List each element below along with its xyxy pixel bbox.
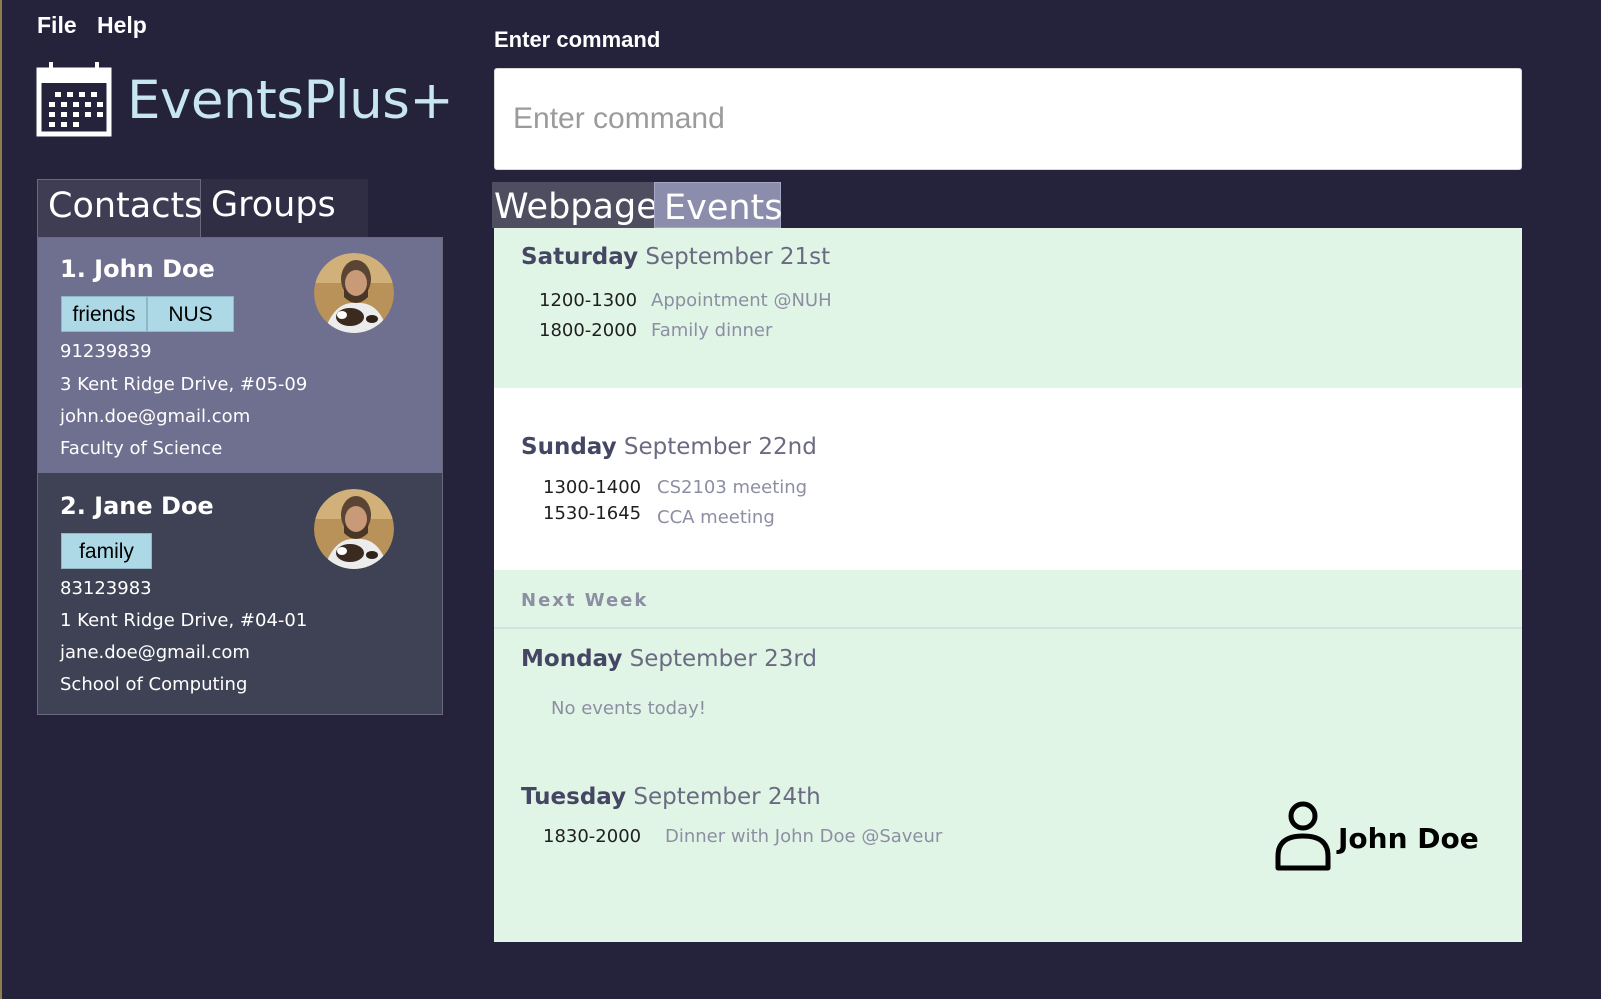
contact-faculty: Faculty of Science: [60, 438, 223, 459]
event-time: 1530-1645: [543, 503, 642, 524]
day-header: Tuesday September 24th: [521, 784, 821, 810]
command-input[interactable]: [494, 68, 1522, 170]
contact-phone: 91239839: [60, 341, 152, 362]
contact-card[interactable]: 2. Jane Doe family 83123983 1 Kent Ridge…: [38, 473, 442, 714]
menu-file[interactable]: File: [37, 12, 77, 39]
day-date: September 22nd: [623, 434, 817, 460]
day-date: September 24th: [633, 784, 821, 810]
tab-events[interactable]: Events: [654, 182, 783, 228]
tab-contacts[interactable]: Contacts: [37, 179, 202, 237]
tag-badge: NUS: [147, 296, 234, 332]
day-date: September 23rd: [629, 646, 818, 672]
contact-email: jane.doe@gmail.com: [60, 642, 250, 663]
contact-address: 3 Kent Ridge Drive, #05-09: [60, 374, 308, 395]
no-events-text: No events today!: [551, 698, 706, 719]
event-time: 1800-2000: [539, 320, 638, 341]
day-name: Tuesday: [521, 784, 627, 810]
current-user-name: John Doe: [1338, 822, 1479, 855]
contact-faculty: School of Computing: [60, 674, 248, 695]
avatar: [314, 489, 394, 569]
day-date: September 21st: [645, 244, 831, 270]
tab-webpage[interactable]: Webpage: [492, 182, 658, 228]
event-time: 1300-1400: [543, 477, 642, 498]
event-title: Appointment @NUH: [651, 290, 832, 311]
app-title: EventsPlus+: [127, 70, 454, 131]
event-time: 1830-2000: [543, 826, 642, 847]
day-name: Monday: [521, 646, 623, 672]
event-title: CS2103 meeting: [657, 477, 808, 498]
day-band: [494, 388, 1522, 570]
calendar-icon: [36, 60, 113, 140]
day-name: Sunday: [521, 434, 617, 460]
contact-email: john.doe@gmail.com: [60, 406, 251, 427]
contact-name: 1. John Doe: [60, 255, 215, 283]
command-label: Enter command: [494, 27, 661, 52]
next-week-heading: Next Week: [521, 590, 649, 611]
day-name: Saturday: [521, 244, 639, 270]
contacts-groups-tabbar: Contacts Groups: [37, 179, 368, 237]
event-title: Dinner with John Doe @Saveur: [665, 826, 943, 847]
event-title: Family dinner: [651, 320, 773, 341]
event-title: CCA meeting: [657, 507, 775, 528]
tag-badge: family: [61, 533, 152, 569]
events-panel: Saturday September 21st 1200-1300 Appoin…: [494, 228, 1522, 942]
tag-badge: friends: [61, 296, 147, 332]
day-header: Saturday September 21st: [521, 244, 830, 270]
day-header: Sunday September 22nd: [521, 434, 817, 460]
contact-address: 1 Kent Ridge Drive, #04-01: [60, 610, 308, 631]
person-icon: [1274, 798, 1332, 872]
contact-list[interactable]: 1. John Doe friends NUS 91239839 3 Kent …: [37, 237, 443, 715]
contact-card[interactable]: 1. John Doe friends NUS 91239839 3 Kent …: [38, 238, 442, 473]
contact-phone: 83123983: [60, 578, 152, 599]
divider: [494, 627, 1522, 629]
avatar: [314, 253, 394, 333]
event-time: 1200-1300: [539, 290, 638, 311]
tab-groups[interactable]: Groups: [201, 179, 368, 237]
contact-name: 2. Jane Doe: [60, 492, 214, 520]
day-header: Monday September 23rd: [521, 646, 817, 672]
menu-help[interactable]: Help: [97, 12, 147, 39]
